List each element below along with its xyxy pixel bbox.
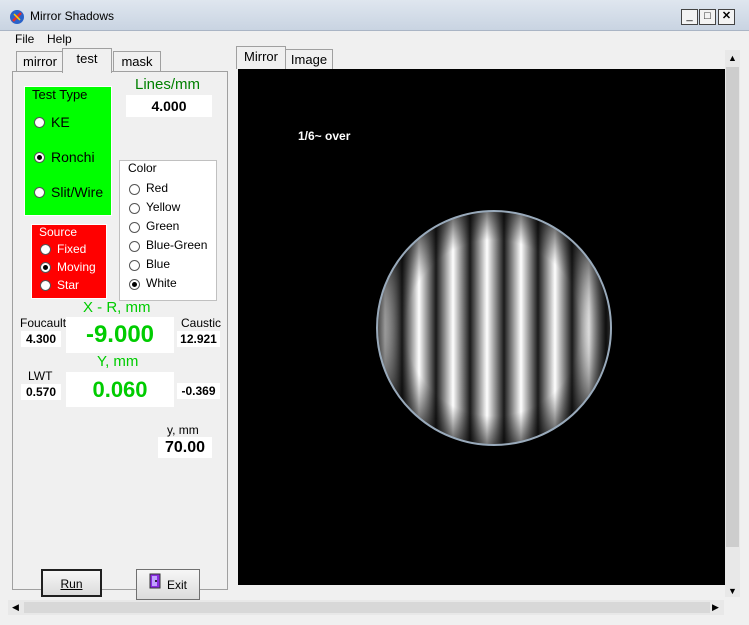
- test-type-legend: Test Type: [32, 87, 88, 102]
- y-right-value: -0.369: [177, 383, 220, 399]
- radio-green-label: Green: [146, 219, 180, 233]
- xr-value[interactable]: -9.000: [66, 317, 174, 353]
- menu-file[interactable]: File: [15, 32, 34, 46]
- radio-ronchi[interactable]: [34, 152, 45, 163]
- xr-label: X - R, mm: [83, 299, 151, 316]
- app-icon: [9, 9, 25, 25]
- scroll-up-arrow[interactable]: ▲: [726, 52, 739, 65]
- exit-button-label: Exit: [166, 577, 187, 592]
- horizontal-scroll-thumb[interactable]: [24, 602, 710, 613]
- radio-green[interactable]: [129, 222, 140, 233]
- caustic-value: 12.921: [177, 331, 220, 347]
- exit-button[interactable]: Exit: [136, 569, 200, 600]
- overlay-text: 1/6~ over: [298, 129, 351, 143]
- maximize-button[interactable]: □: [699, 9, 716, 25]
- scroll-down-arrow[interactable]: ▼: [726, 585, 739, 598]
- radio-slit-wire[interactable]: [34, 187, 45, 198]
- radio-fixed-label: Fixed: [57, 242, 87, 256]
- radio-star-label: Star: [57, 278, 80, 292]
- radio-yellow[interactable]: [129, 203, 140, 214]
- tab-test[interactable]: test: [62, 48, 112, 73]
- radio-slit-wire-label: Slit/Wire: [51, 184, 104, 200]
- ronchigram-image: [376, 210, 612, 446]
- radio-white-label: White: [146, 276, 177, 290]
- menu-help[interactable]: Help: [47, 32, 72, 46]
- run-button[interactable]: Run: [41, 569, 102, 597]
- radio-fixed[interactable]: [40, 244, 51, 255]
- caustic-label: Caustic: [181, 316, 222, 330]
- tab-image-view[interactable]: Image: [285, 49, 333, 70]
- mirror-view[interactable]: 1/6~ over: [238, 69, 725, 585]
- y-value[interactable]: 0.060: [66, 372, 174, 407]
- radio-moving-label: Moving: [57, 260, 96, 274]
- minimize-button[interactable]: _: [681, 9, 698, 25]
- run-button-label: Run: [60, 577, 83, 591]
- radio-ke-label: KE: [51, 114, 70, 130]
- scroll-left-arrow[interactable]: ◀: [9, 601, 22, 614]
- radio-red[interactable]: [129, 184, 140, 195]
- radio-yellow-label: Yellow: [146, 200, 181, 214]
- foucault-label: Foucault: [20, 316, 67, 330]
- radio-moving[interactable]: [40, 262, 51, 273]
- tab-mirror[interactable]: mirror: [16, 51, 64, 72]
- close-button[interactable]: ✕: [718, 9, 735, 25]
- lines-per-mm-label: Lines/mm: [135, 76, 201, 93]
- tab-mask[interactable]: mask: [113, 51, 161, 72]
- menu-bar: File Help: [0, 31, 749, 48]
- y-label: Y, mm: [97, 353, 139, 370]
- window-title: Mirror Shadows: [30, 9, 115, 23]
- tab-mirror-view[interactable]: Mirror: [236, 46, 286, 69]
- radio-red-label: Red: [146, 181, 169, 195]
- color-legend: Color: [126, 161, 159, 175]
- ymm-label: y, mm: [167, 423, 199, 437]
- radio-ke[interactable]: [34, 117, 45, 128]
- source-legend: Source: [39, 225, 78, 239]
- radio-blue-green[interactable]: [129, 241, 140, 252]
- radio-blue[interactable]: [129, 260, 140, 271]
- lwt-label: LWT: [28, 369, 53, 383]
- radio-white[interactable]: [129, 279, 140, 290]
- lwt-value: 0.570: [21, 384, 61, 400]
- scroll-right-arrow[interactable]: ▶: [709, 601, 722, 614]
- radio-star[interactable]: [40, 280, 51, 291]
- ymm-value[interactable]: 70.00: [158, 437, 212, 458]
- lines-per-mm-value[interactable]: 4.000: [126, 95, 212, 117]
- vertical-scroll-thumb[interactable]: [726, 67, 739, 547]
- radio-blue-green-label: Blue-Green: [146, 238, 208, 252]
- exit-door-icon: [149, 571, 163, 599]
- radio-blue-label: Blue: [146, 257, 171, 271]
- radio-ronchi-label: Ronchi: [51, 149, 95, 165]
- foucault-value: 4.300: [21, 331, 61, 347]
